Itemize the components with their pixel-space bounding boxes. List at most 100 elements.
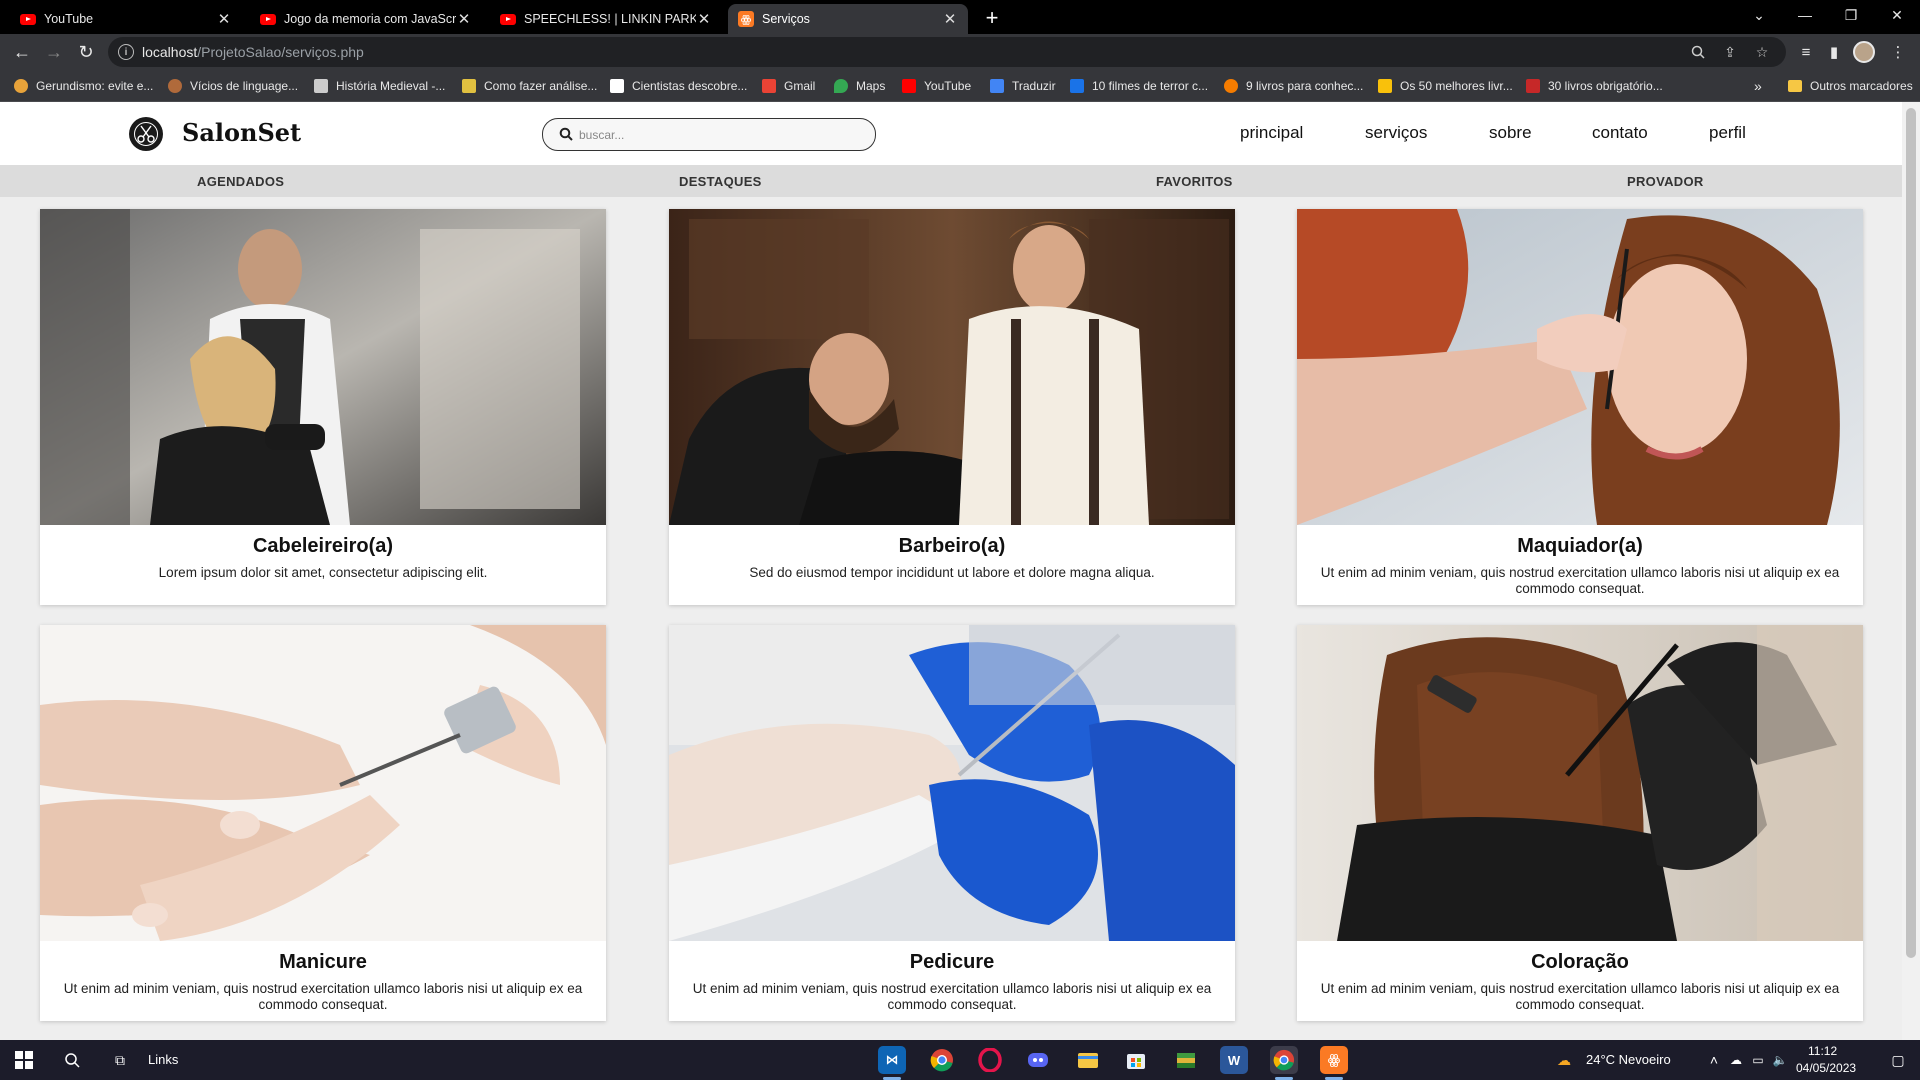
bookmark-label: YouTube bbox=[924, 79, 972, 93]
word-icon[interactable]: W bbox=[1220, 1046, 1248, 1074]
vscode-icon[interactable]: ⋈ bbox=[878, 1046, 906, 1074]
search-icon bbox=[559, 127, 573, 141]
other-bookmarks-folder[interactable]: Outros marcadores bbox=[1788, 77, 1913, 95]
bookmark-star-icon[interactable]: ☆ bbox=[1752, 42, 1772, 62]
bookmark-item[interactable]: 30 livros obrigatório... bbox=[1526, 77, 1663, 95]
tab-title: Jogo da memoria com JavaScript bbox=[284, 12, 456, 26]
show-hidden-icons[interactable]: ˄ bbox=[1702, 1048, 1726, 1072]
profile-avatar[interactable] bbox=[1852, 40, 1876, 64]
address-bar[interactable]: i localhost/ProjetoSalao/serviços.php ⇪ … bbox=[108, 37, 1786, 67]
card-title: Pedicure bbox=[909, 951, 995, 973]
zoom-icon[interactable] bbox=[1688, 42, 1708, 62]
menu-icon[interactable]: ⋮ bbox=[1886, 40, 1910, 64]
file-explorer-icon[interactable] bbox=[1074, 1046, 1102, 1074]
subnav-favoritos[interactable]: FAVORITOS bbox=[1156, 174, 1233, 189]
bookmark-gmail[interactable]: Gmail bbox=[762, 77, 815, 95]
close-icon[interactable]: ✕ bbox=[216, 10, 232, 28]
bookmark-item[interactable]: Vícios de linguage... bbox=[168, 77, 298, 95]
brand-name[interactable]: SalonSet bbox=[182, 118, 301, 147]
scissors-logo-icon[interactable] bbox=[129, 117, 163, 151]
service-card-cabeleireiro[interactable]: Cabeleireiro(a) Lorem ipsum dolor sit am… bbox=[40, 209, 606, 605]
card-description: Ut enim ad minim veniam, quis nostrud ex… bbox=[1320, 981, 1840, 1012]
youtube-icon bbox=[500, 11, 516, 27]
subnav-provador[interactable]: PROVADOR bbox=[1627, 174, 1704, 189]
restore-button[interactable]: ❐ bbox=[1828, 0, 1874, 30]
bookmark-maps[interactable]: Maps bbox=[834, 77, 885, 95]
tab-youtube[interactable]: YouTube ✕ bbox=[10, 4, 242, 34]
sub-navigation: AGENDADOS DESTAQUES FAVORITOS PROVADOR bbox=[0, 165, 1902, 197]
xampp-icon[interactable]: ꙮ bbox=[1320, 1046, 1348, 1074]
bookmark-youtube[interactable]: YouTube bbox=[902, 77, 971, 95]
tab-servicos[interactable]: ꙮ Serviços ✕ bbox=[728, 4, 968, 34]
nav-principal[interactable]: principal bbox=[1240, 123, 1303, 143]
url-path: /ProjetoSalao/serviços.php bbox=[197, 44, 364, 60]
store-icon[interactable] bbox=[1122, 1046, 1150, 1074]
network-icon[interactable]: ▭ bbox=[1746, 1048, 1770, 1072]
clock-time[interactable]: 11:12 bbox=[1808, 1044, 1837, 1058]
search-box[interactable] bbox=[542, 118, 876, 151]
service-card-coloracao[interactable]: Coloração Ut enim ad minim veniam, quis … bbox=[1297, 625, 1863, 1021]
forward-button[interactable]: → bbox=[40, 38, 68, 66]
bookmark-item[interactable]: Cientistas descobre... bbox=[610, 77, 747, 95]
bookmark-label: Gerundismo: evite e... bbox=[36, 79, 154, 93]
service-card-pedicure[interactable]: Pedicure Ut enim ad minim veniam, quis n… bbox=[669, 625, 1235, 1021]
clock-date[interactable]: 04/05/2023 bbox=[1796, 1061, 1856, 1075]
nav-sobre[interactable]: sobre bbox=[1489, 123, 1532, 143]
subnav-destaques[interactable]: DESTAQUES bbox=[679, 174, 762, 189]
nav-contato[interactable]: contato bbox=[1592, 123, 1648, 143]
tab-jogo-memoria[interactable]: Jogo da memoria com JavaScript ✕ bbox=[250, 4, 482, 34]
task-view-icon[interactable]: ⧉ bbox=[108, 1048, 132, 1072]
chrome-icon[interactable] bbox=[928, 1046, 956, 1074]
side-panel-icon[interactable]: ▮ bbox=[1822, 40, 1846, 64]
books-app-icon[interactable] bbox=[1172, 1046, 1200, 1074]
bookmark-item[interactable]: 10 filmes de terror c... bbox=[1070, 77, 1208, 95]
xampp-icon: ꙮ bbox=[738, 11, 754, 27]
back-button[interactable]: ← bbox=[8, 38, 36, 66]
site-info-icon[interactable]: i bbox=[118, 44, 134, 60]
bookmark-item[interactable]: 9 livros para conhec... bbox=[1224, 77, 1363, 95]
minimize-button[interactable]: — bbox=[1782, 0, 1828, 30]
close-icon[interactable]: ✕ bbox=[696, 10, 712, 28]
scrollbar-thumb[interactable] bbox=[1906, 108, 1916, 958]
manicure-photo bbox=[40, 625, 606, 941]
opera-icon[interactable] bbox=[976, 1046, 1004, 1074]
search-input[interactable] bbox=[579, 125, 859, 145]
url-text[interactable]: localhost/ProjetoSalao/serviços.php bbox=[142, 44, 364, 60]
tab-search-icon[interactable]: ⌄ bbox=[1736, 0, 1782, 30]
close-icon[interactable]: ✕ bbox=[942, 10, 958, 28]
media-control-icon[interactable]: ≡ bbox=[1794, 40, 1818, 64]
onedrive-icon[interactable]: ☁ bbox=[1724, 1048, 1748, 1072]
service-card-manicure[interactable]: Manicure Ut enim ad minim veniam, quis n… bbox=[40, 625, 606, 1021]
bookmark-item[interactable]: Os 50 melhores livr... bbox=[1378, 77, 1513, 95]
url-host: localhost bbox=[142, 44, 198, 60]
bookmark-item[interactable]: Como fazer análise... bbox=[462, 77, 597, 95]
nav-perfil[interactable]: perfil bbox=[1709, 123, 1746, 143]
volume-icon[interactable]: 🔈 bbox=[1768, 1048, 1792, 1072]
notification-icon[interactable]: ▢ bbox=[1886, 1048, 1910, 1072]
weather-text[interactable]: 24°C Nevoeiro bbox=[1586, 1052, 1671, 1067]
bookmark-item[interactable]: Gerundismo: evite e... bbox=[14, 77, 153, 95]
new-tab-button[interactable]: + bbox=[978, 4, 1006, 32]
bookmark-traduzir[interactable]: Traduzir bbox=[990, 77, 1056, 95]
vertical-scrollbar[interactable] bbox=[1902, 102, 1920, 1040]
service-card-maquiador[interactable]: Maquiador(a) Ut enim ad minim veniam, qu… bbox=[1297, 209, 1863, 605]
tab-speechless[interactable]: SPEECHLESS! | LINKIN PARK - FIG ✕ bbox=[490, 4, 722, 34]
service-card-barbeiro[interactable]: Barbeiro(a) Sed do eiusmod tempor incidi… bbox=[669, 209, 1235, 605]
youtube-icon bbox=[20, 11, 36, 27]
reload-button[interactable]: ↻ bbox=[72, 38, 100, 66]
discord-icon[interactable] bbox=[1024, 1046, 1052, 1074]
bookmark-label: 9 livros para conhec... bbox=[1246, 79, 1364, 93]
windows-start-icon[interactable] bbox=[12, 1048, 36, 1072]
subnav-agendados[interactable]: AGENDADOS bbox=[197, 174, 284, 189]
nav-servicos[interactable]: serviços bbox=[1365, 123, 1427, 143]
close-window-button[interactable]: ✕ bbox=[1874, 0, 1920, 30]
site-header: SalonSet principal serviços sobre contat… bbox=[0, 102, 1902, 165]
bookmark-item[interactable]: História Medieval -... bbox=[314, 77, 445, 95]
search-icon[interactable] bbox=[60, 1048, 84, 1072]
weather-icon[interactable]: ☁ bbox=[1552, 1048, 1576, 1072]
chrome-active-icon[interactable] bbox=[1270, 1046, 1298, 1074]
more-bookmarks-icon[interactable]: » bbox=[1754, 77, 1762, 95]
links-toolbar[interactable]: Links bbox=[148, 1052, 178, 1067]
close-icon[interactable]: ✕ bbox=[456, 10, 472, 28]
share-icon[interactable]: ⇪ bbox=[1720, 42, 1740, 62]
